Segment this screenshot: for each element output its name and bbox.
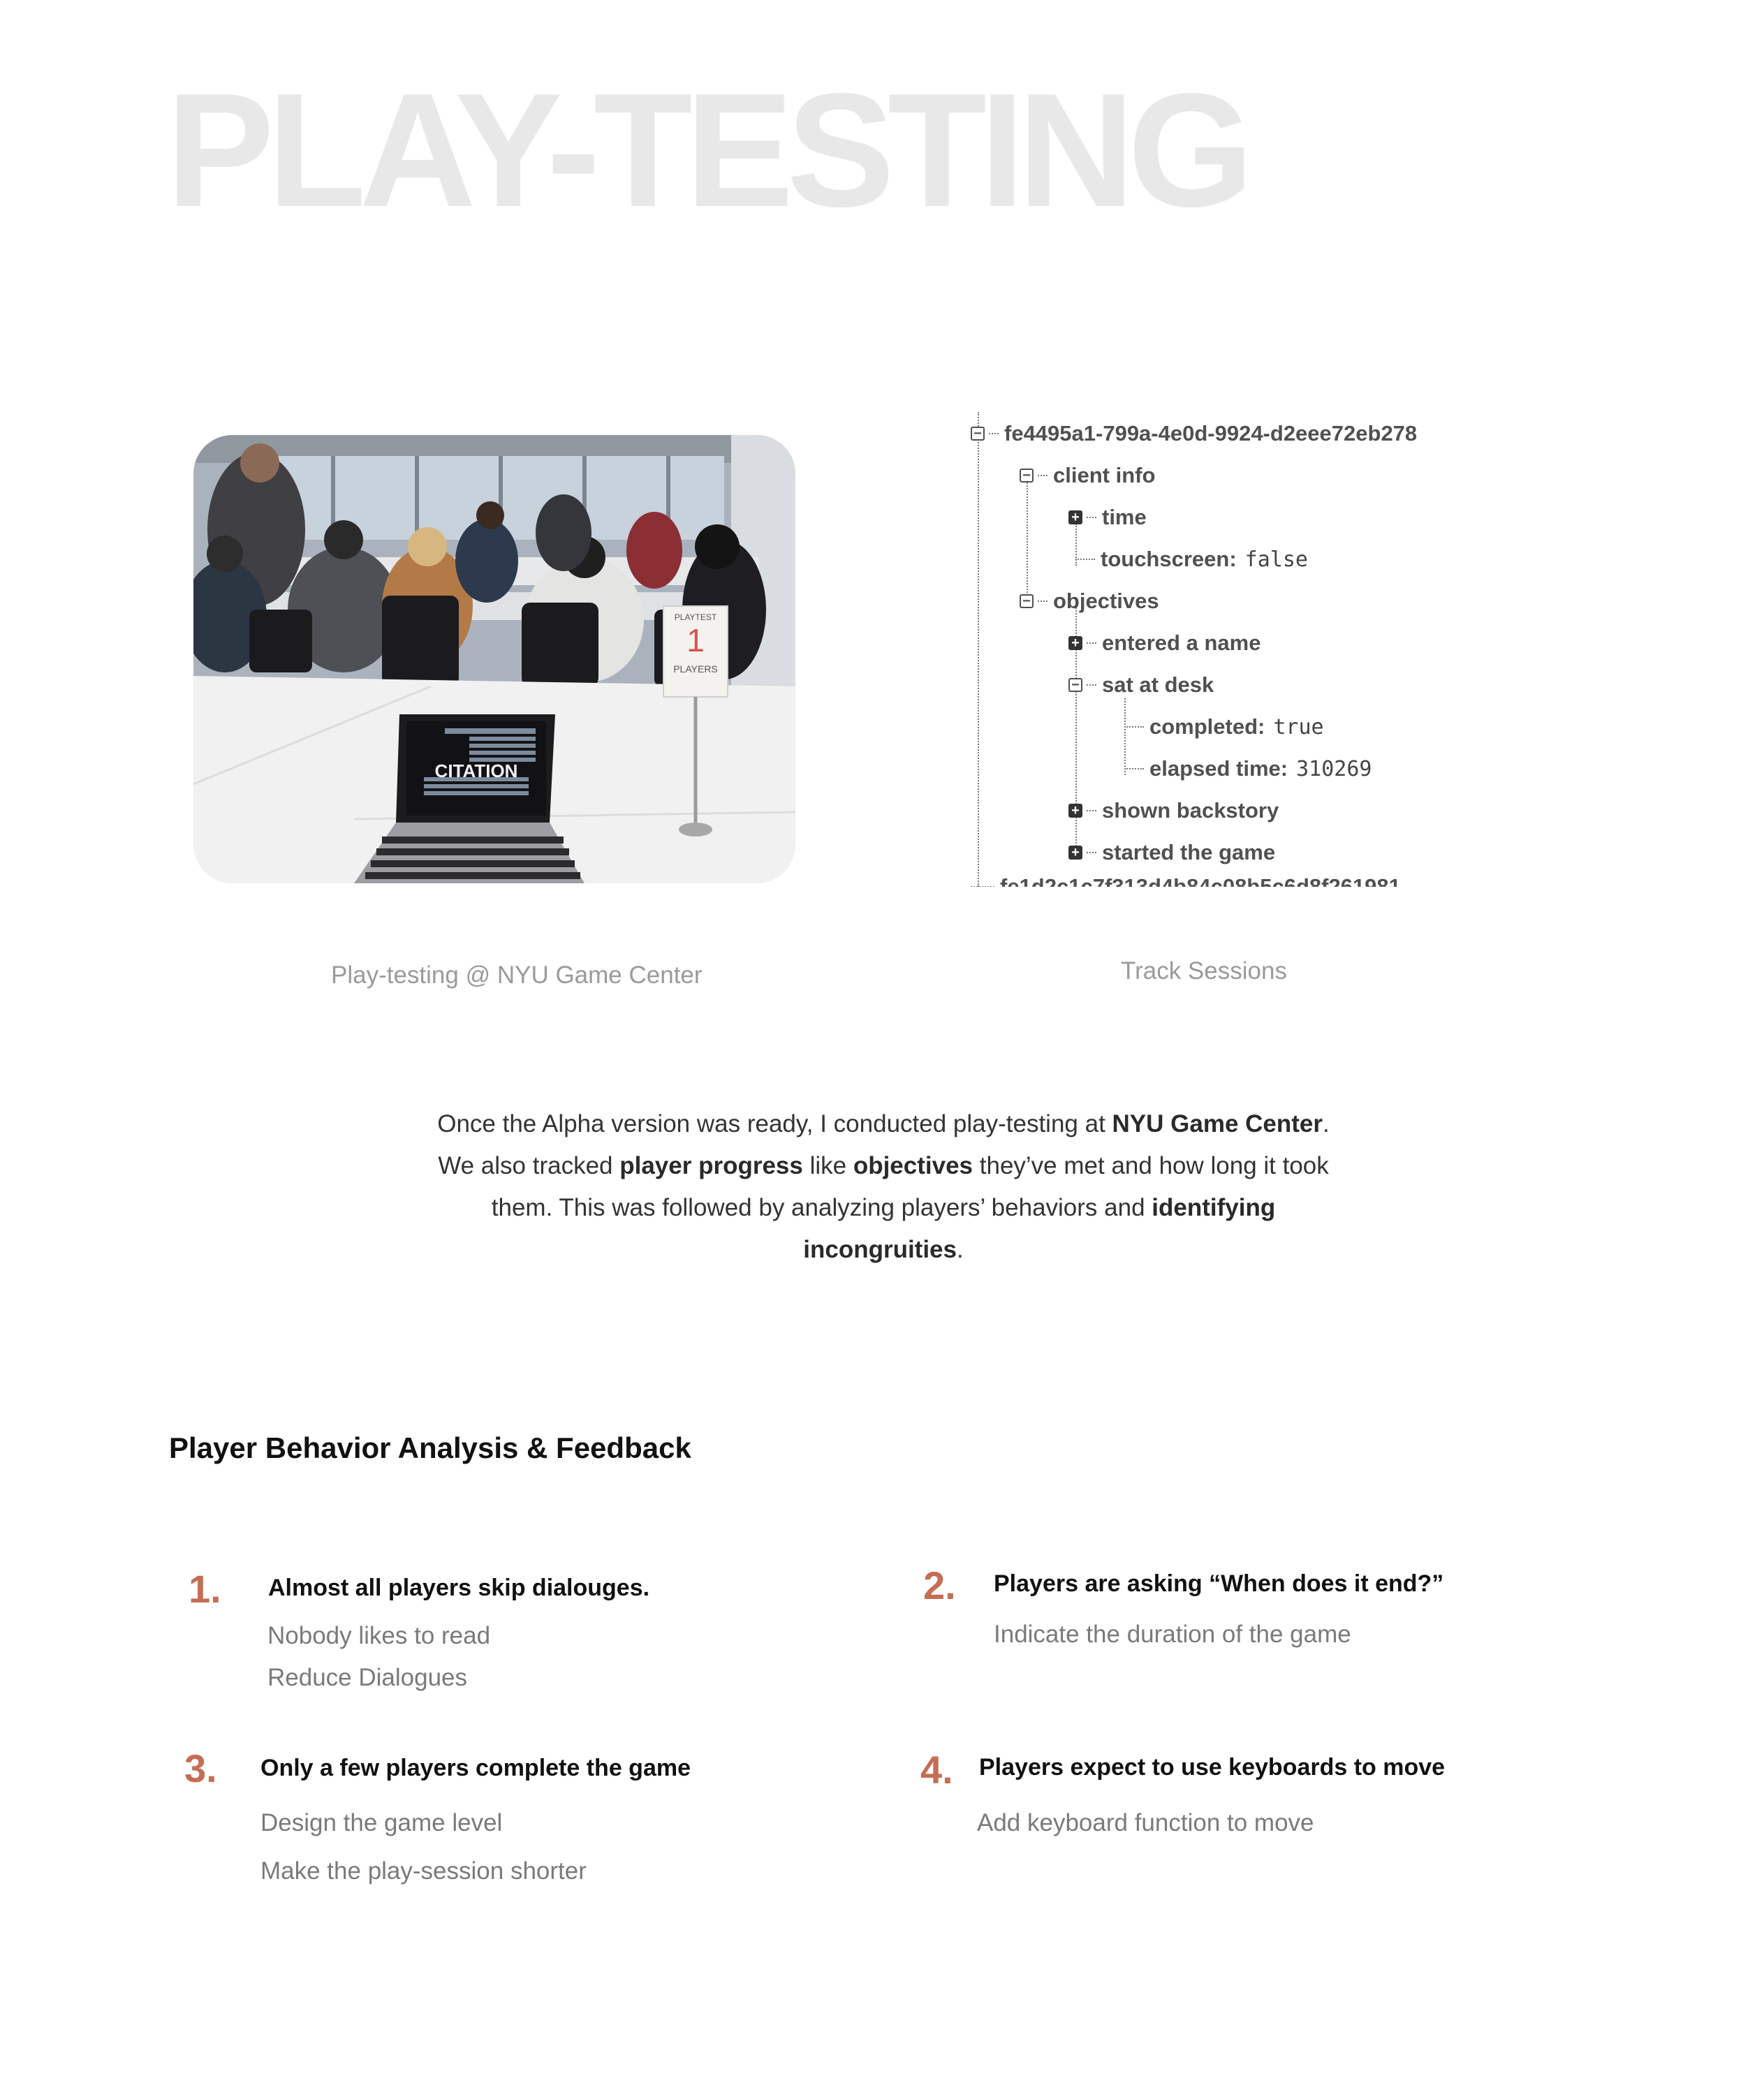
tree-node-touchscreen: touchscreen: false — [1075, 545, 1308, 573]
tree-node-shown-backstory[interactable]: + shown backstory — [1068, 797, 1279, 825]
paragraph-bold: objectives — [853, 1152, 973, 1179]
paragraph-bold: player progress — [619, 1152, 803, 1179]
collapse-icon[interactable]: − — [971, 427, 985, 441]
tree-node-entered-name[interactable]: + entered a name — [1068, 629, 1260, 657]
laptop-screen-text: CITATION — [435, 760, 518, 781]
paragraph-bold: NYU Game Center — [1112, 1110, 1323, 1137]
collapse-icon[interactable]: − — [1020, 594, 1034, 608]
item-point: Indicate the duration of the game — [994, 1621, 1351, 1648]
session-id: fe1d2c1c7f313d4b84c08b5c6d8f261981 — [1000, 874, 1401, 887]
expand-icon[interactable]: + — [1068, 846, 1082, 860]
page-title: PLAY-TESTING — [166, 60, 1254, 241]
photo-caption: Play-testing @ NYU Game Center — [331, 961, 703, 989]
sign-bottom-text: PLAYERS — [673, 663, 718, 675]
tree-caption: Track Sessions — [1121, 957, 1287, 985]
paragraph-text: . — [957, 1236, 964, 1263]
tree-value: false — [1244, 547, 1308, 572]
section-title: Player Behavior Analysis & Feedback — [169, 1431, 691, 1464]
tree-key: touchscreen: — [1101, 547, 1237, 571]
intro-paragraph: Once the Alpha version was ready, I cond… — [419, 1103, 1348, 1271]
tree-label: sat at desk — [1102, 672, 1214, 697]
tree-value: true — [1273, 714, 1324, 739]
tree-key: completed: — [1149, 714, 1265, 739]
tree-node-elapsed-time: elapsed time: 310269 — [1124, 755, 1372, 783]
tree-node-time[interactable]: + time — [1068, 503, 1147, 531]
expand-icon[interactable]: + — [1068, 804, 1082, 818]
tree-node-root[interactable]: − fe4495a1-799a-4e0d-9924-d2eee72eb278 — [971, 420, 1417, 448]
session-tree: − fe4495a1-799a-4e0d-9924-d2eee72eb278 −… — [960, 412, 1518, 887]
item-point: Make the play-session shorter — [260, 1857, 587, 1885]
item-number: 4. — [920, 1748, 953, 1792]
tree-node-completed: completed: true — [1124, 713, 1324, 741]
item-point: Design the game level — [260, 1809, 503, 1836]
tree-node-objectives[interactable]: − objectives — [1020, 587, 1159, 615]
item-title: Players expect to use keyboards to move — [979, 1754, 1446, 1781]
item-title: Players are asking “When does it end?” — [994, 1570, 1444, 1597]
tree-node-sat-at-desk[interactable]: − sat at desk — [1068, 671, 1214, 699]
tree-node-client-info[interactable]: − client info — [1020, 462, 1155, 489]
tree-label: entered a name — [1102, 631, 1261, 655]
tree-label: shown backstory — [1102, 798, 1279, 823]
tree-node-next-session[interactable]: fe1d2c1c7f313d4b84c08b5c6d8f261981 — [971, 873, 1401, 887]
sign-number-text: 1 — [686, 622, 705, 658]
item-point: Nobody likes to read — [267, 1622, 491, 1649]
item-number: 3. — [184, 1746, 217, 1790]
playtest-photo: PLAYTEST 1 PLAYERS CITATION — [193, 435, 795, 883]
item-point: Reduce Dialogues — [267, 1664, 468, 1691]
sign-top-text: PLAYTEST — [675, 612, 717, 622]
item-point: Add keyboard function to move — [977, 1809, 1314, 1836]
tree-label: started the game — [1102, 840, 1276, 864]
item-number: 1. — [189, 1567, 221, 1611]
item-number: 2. — [923, 1563, 956, 1607]
tree-label: client info — [1053, 463, 1156, 487]
tree-value: 310269 — [1296, 756, 1372, 781]
tree-node-started-game[interactable]: + started the game — [1068, 839, 1275, 867]
paragraph-text: like — [802, 1152, 853, 1179]
expand-icon[interactable]: + — [1068, 636, 1082, 650]
collapse-icon[interactable]: − — [1020, 469, 1034, 482]
tree-label: time — [1102, 505, 1147, 529]
expand-icon[interactable]: + — [1068, 510, 1082, 524]
session-id: fe4495a1-799a-4e0d-9924-d2eee72eb278 — [1004, 421, 1418, 445]
item-title: Almost all players skip dialouges. — [268, 1575, 650, 1601]
tree-key: elapsed time: — [1149, 756, 1288, 781]
item-title: Only a few players complete the game — [260, 1755, 691, 1781]
tree-label: objectives — [1053, 589, 1159, 613]
collapse-icon[interactable]: − — [1068, 678, 1082, 692]
paragraph-text: Once the Alpha version was ready, I cond… — [437, 1110, 1112, 1137]
